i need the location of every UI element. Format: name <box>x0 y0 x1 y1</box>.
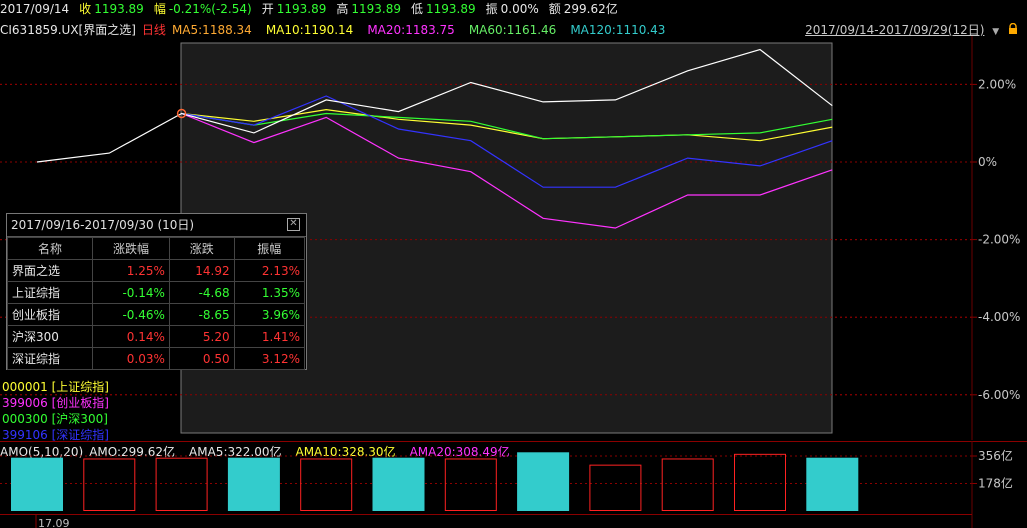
ma10-value: MA10:1190.14 <box>265 23 354 37</box>
high-value: 1193.89 <box>351 2 401 16</box>
high-label: 高 <box>336 2 349 16</box>
popup-header: 2017/09/16-2017/09/30 (10日) ✕ <box>7 214 306 237</box>
y-tick-label: 178亿 <box>978 476 1013 491</box>
open-label: 开 <box>261 2 274 16</box>
y-tick-label: -4.00% <box>978 310 1020 324</box>
row-name: 界面之选 <box>6 259 94 282</box>
row-amp: 3.96% <box>233 303 306 326</box>
row-pct: 0.14% <box>92 325 170 348</box>
legend-item-cyb[interactable]: 399006 [创业板指] <box>2 395 109 411</box>
amount-value: 299.62亿 <box>563 2 618 16</box>
amplitude-label: 振 <box>485 2 498 16</box>
volume-bar <box>83 458 136 512</box>
y-tick-label: 356亿 <box>978 448 1013 463</box>
amount-label: 额 <box>548 2 561 16</box>
volume-bar <box>734 453 786 512</box>
row-amp: 1.35% <box>233 281 306 304</box>
low-value: 1193.89 <box>426 2 476 16</box>
table-header: 名称 涨跌幅 涨跌 振幅 <box>6 237 306 260</box>
quote-bar: 2017/09/14 收 1193.89 幅 -0.21%(-2.54) 开 1193.89… <box>0 0 628 18</box>
row-amp: 2.13% <box>233 259 306 282</box>
row-chg: -8.65 <box>168 303 235 326</box>
volume-chart[interactable]: 356亿 178亿 17.09 <box>0 441 1027 528</box>
volume-bar <box>589 464 642 512</box>
y-tick-label: 2.00% <box>978 77 1016 91</box>
quote-date: 2017/09/14 <box>0 2 70 16</box>
table-row[interactable]: 深证综指 0.03% 0.50 3.12% <box>6 347 306 370</box>
table-row[interactable]: 界面之选 1.25% 14.92 2.13% <box>6 259 306 282</box>
header-amp: 振幅 <box>233 237 306 260</box>
row-pct: -0.14% <box>92 281 170 304</box>
row-amp: 3.12% <box>233 347 306 370</box>
table-row[interactable]: 创业板指 -0.46% -8.65 3.96% <box>6 303 306 326</box>
lock-icon[interactable] <box>1007 22 1019 35</box>
symbol-name: [界面之选] <box>78 23 136 37</box>
ma5-value: MA5:1188.34 <box>171 23 252 37</box>
symbol-code: CI631859.UX <box>0 23 79 37</box>
header-pct: 涨跌幅 <box>92 237 170 260</box>
volume-bar <box>517 452 570 511</box>
range-text[interactable]: 2017/09/14-2017/09/29(12日) <box>805 23 984 37</box>
ma60-value: MA60:1161.46 <box>468 23 557 37</box>
header-name: 名称 <box>6 237 94 260</box>
y-tick-label: 0% <box>978 155 997 169</box>
row-chg: 5.20 <box>168 325 235 348</box>
change-label: 幅 <box>153 2 166 16</box>
y-tick-label: -2.00% <box>978 233 1020 247</box>
row-name: 沪深300 <box>6 325 94 348</box>
legend-item-sh[interactable]: 000001 [上证综指] <box>2 379 109 395</box>
row-chg: 0.50 <box>168 347 235 370</box>
row-chg: 14.92 <box>168 259 235 282</box>
close-value: 1193.89 <box>94 2 144 16</box>
row-pct: 1.25% <box>92 259 170 282</box>
row-name: 上证综指 <box>6 281 94 304</box>
open-value: 1193.89 <box>276 2 327 16</box>
volume-bar <box>300 458 353 512</box>
volume-bar <box>806 457 859 511</box>
table-row[interactable]: 上证综指 -0.14% -4.68 1.35% <box>6 281 306 304</box>
row-pct: 0.03% <box>92 347 170 370</box>
ma20-value: MA20:1183.75 <box>367 23 455 37</box>
comparison-table: 名称 涨跌幅 涨跌 振幅 界面之选 1.25% 14.92 2.13% 上证综指… <box>6 237 306 370</box>
legend-item-hs300[interactable]: 000300 [沪深300] <box>2 411 108 427</box>
volume-bar <box>661 458 714 512</box>
row-name: 深证综指 <box>6 347 94 370</box>
volume-bar <box>227 457 280 511</box>
popup-title: 2017/09/16-2017/09/30 (10日) <box>11 218 195 232</box>
close-icon[interactable]: ✕ <box>287 218 300 231</box>
row-amp: 1.41% <box>233 325 306 348</box>
volume-bar <box>372 457 425 511</box>
close-label: 收 <box>79 2 92 16</box>
low-label: 低 <box>410 2 423 16</box>
y-tick-label: -6.00% <box>978 388 1020 402</box>
table-row[interactable]: 沪深300 0.14% 5.20 1.41% <box>6 325 306 348</box>
comparison-popup[interactable]: 2017/09/16-2017/09/30 (10日) ✕ 名称 涨跌幅 涨跌 … <box>6 213 307 370</box>
volume-bar <box>11 457 63 511</box>
volume-bar <box>155 457 208 511</box>
header-chg: 涨跌 <box>168 237 235 260</box>
row-chg: -4.68 <box>168 281 235 304</box>
period-selector[interactable]: 日线 <box>142 23 166 37</box>
change-value: -0.21%(-2.54) <box>168 2 252 16</box>
row-pct: -0.46% <box>92 303 170 326</box>
x-tick-label: 17.09 <box>38 517 70 528</box>
volume-bar <box>444 458 497 512</box>
row-name: 创业板指 <box>6 303 94 326</box>
amplitude-value: 0.00% <box>500 2 539 16</box>
ma120-value: MA120:1110.43 <box>570 23 666 37</box>
